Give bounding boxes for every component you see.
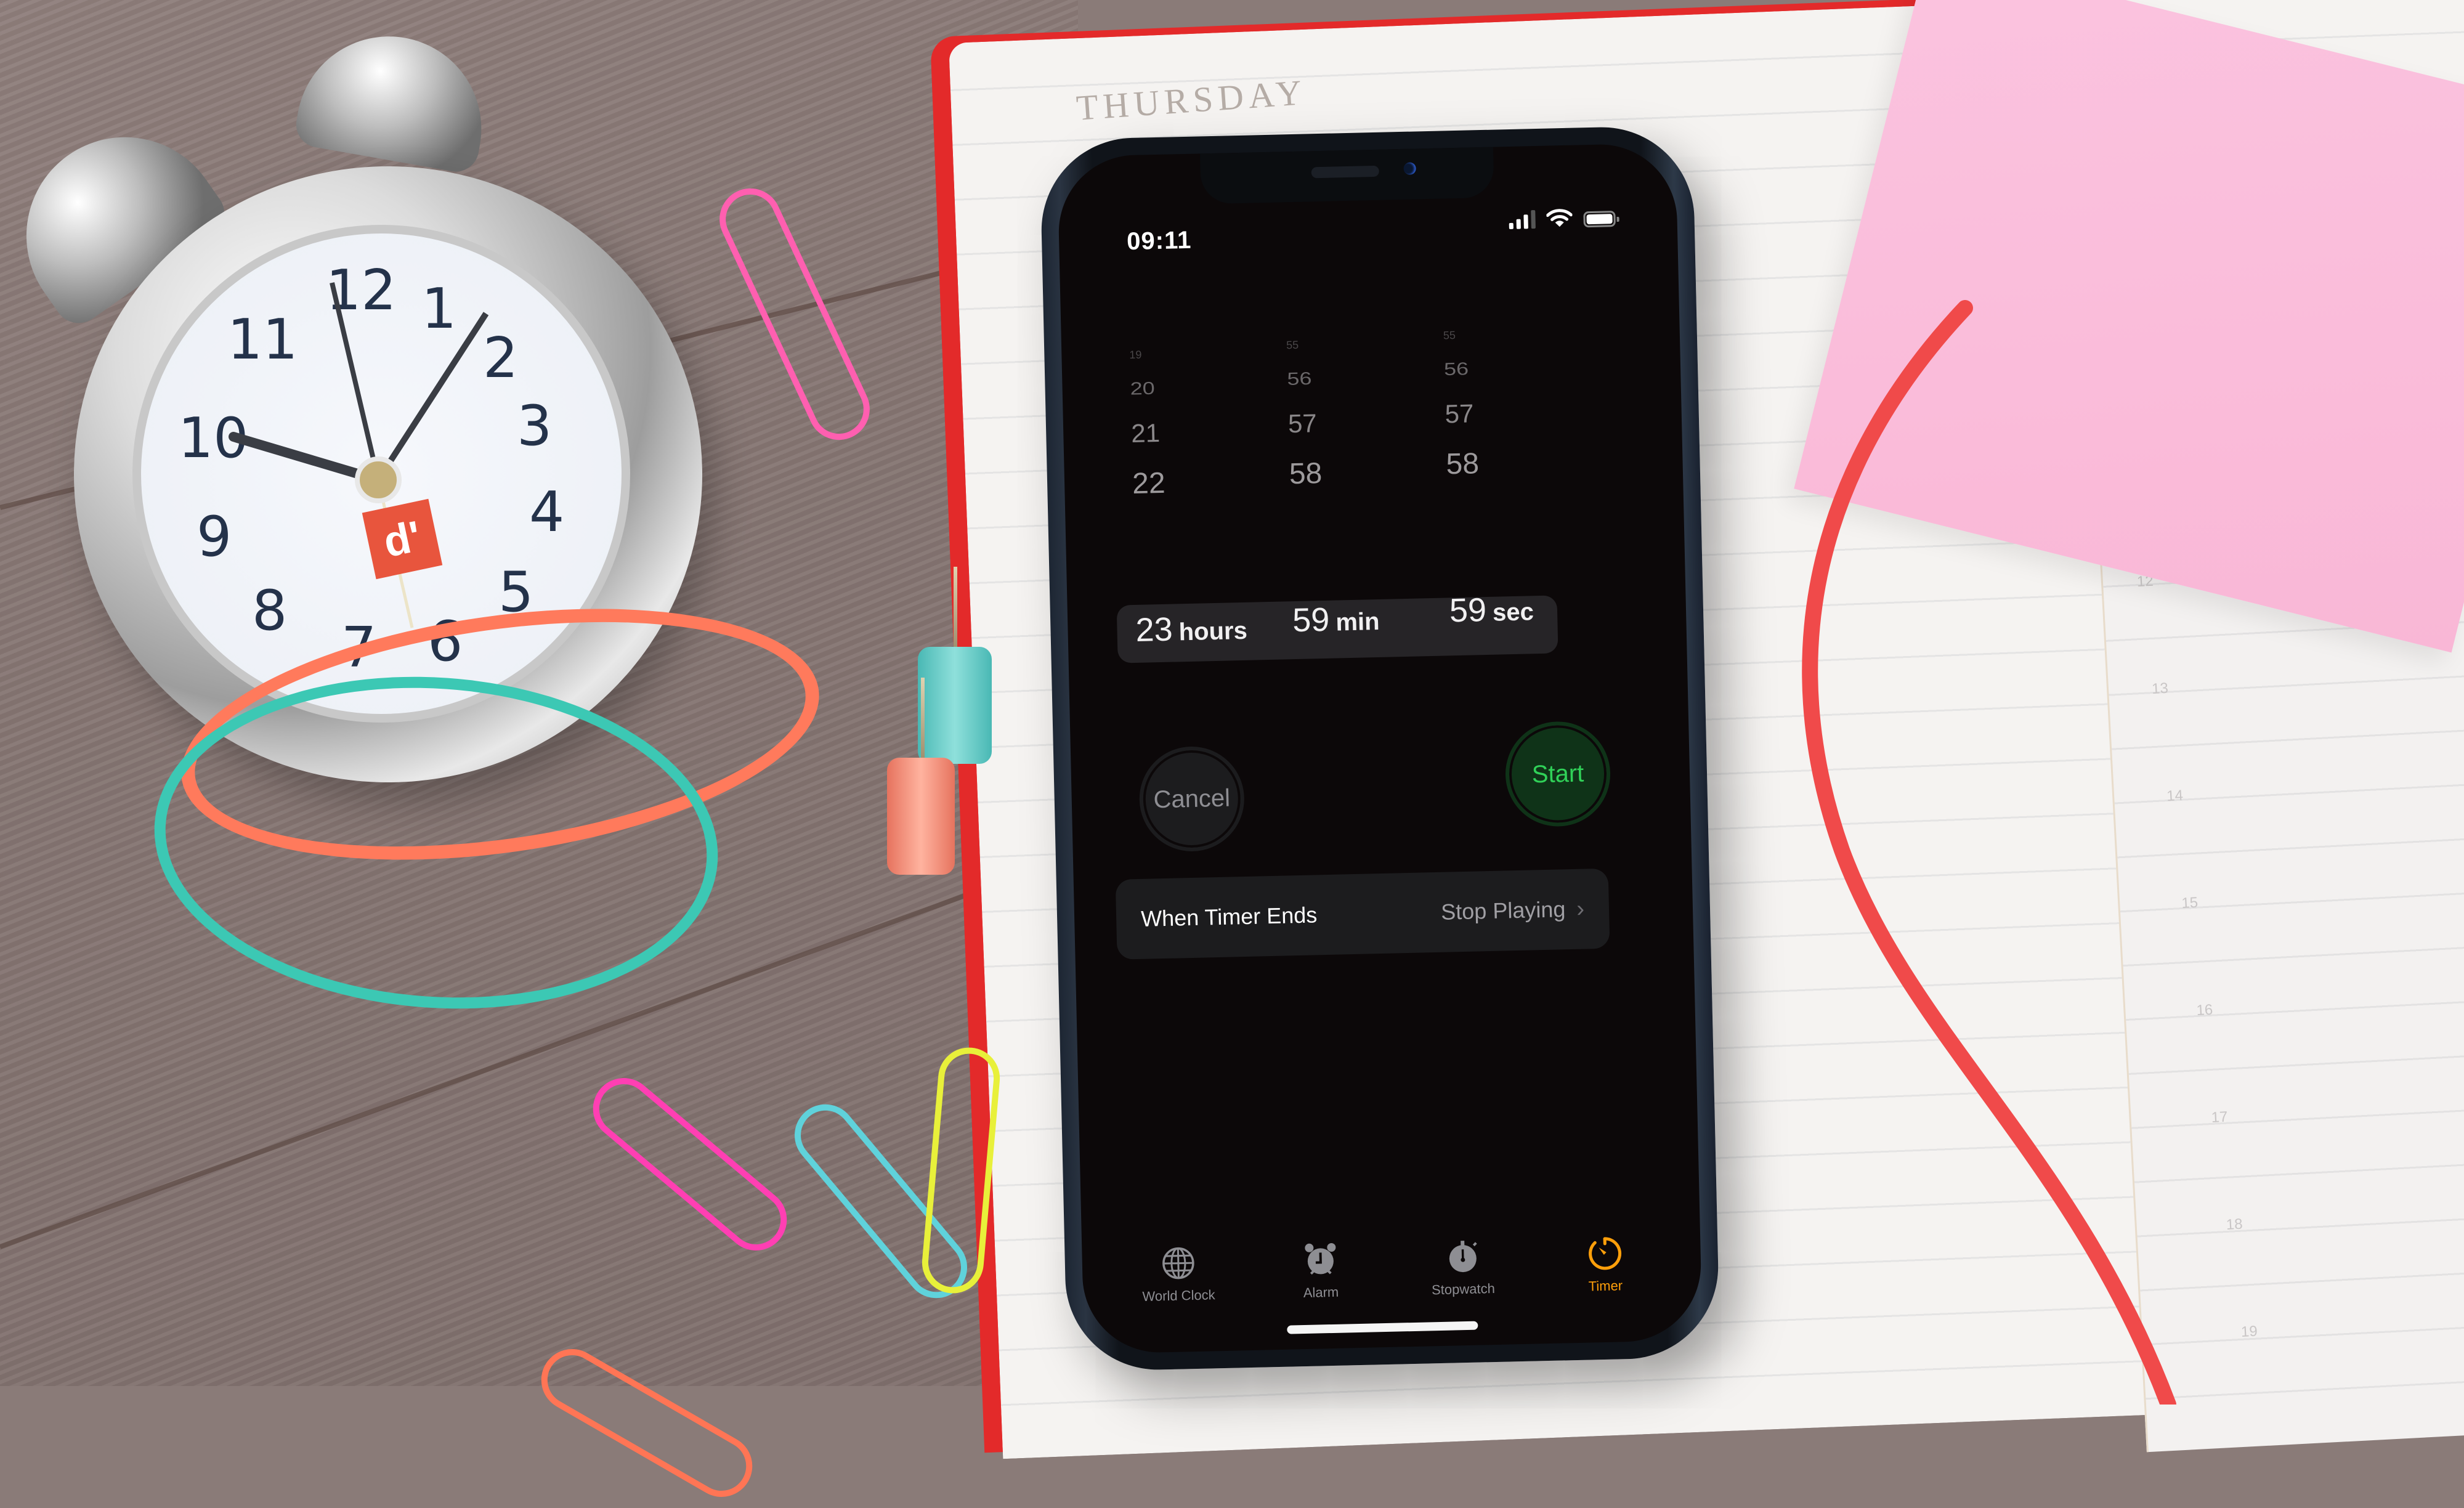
picker-row: 57	[1287, 408, 1317, 439]
timer-duration-picker[interactable]: 19 20 21 22 23hours 55 56 57 58 59min 55…	[1111, 336, 1586, 667]
seconds-unit-label: sec	[1493, 598, 1534, 626]
hours-unit-label: hours	[1178, 617, 1247, 646]
minutes-wheel[interactable]: 55 56 57 58 59min	[1268, 334, 1423, 657]
home-indicator[interactable]	[1287, 1321, 1478, 1334]
alarm-clock-icon	[1302, 1241, 1339, 1279]
picker-row: 55	[1443, 329, 1456, 342]
seconds-wheel[interactable]: 55 56 57 58 59sec	[1425, 324, 1580, 647]
picker-row: 58	[1289, 456, 1323, 491]
picker-row: 57	[1445, 399, 1474, 429]
tab-alarm[interactable]: Alarm	[1258, 1240, 1384, 1323]
hour-label: 13	[2151, 680, 2168, 698]
front-camera	[1403, 162, 1416, 174]
hour-label: 15	[2181, 894, 2199, 912]
cellular-signal-icon	[1509, 210, 1536, 229]
tab-stopwatch[interactable]: Stopwatch	[1401, 1237, 1526, 1320]
picker-row: 56	[1287, 368, 1312, 389]
notch	[1200, 147, 1494, 205]
hours-wheel[interactable]: 19 20 21 22 23hours	[1111, 343, 1266, 667]
selected-minutes-value: 59	[1292, 601, 1330, 639]
hour-label: 19	[2240, 1323, 2258, 1341]
globe-icon	[1159, 1244, 1197, 1282]
pin-needle	[921, 678, 925, 764]
picker-row: 21	[1131, 418, 1161, 448]
picker-row: 55	[1286, 339, 1299, 352]
tab-label: World Clock	[1142, 1287, 1215, 1305]
selected-seconds-value: 59	[1449, 591, 1486, 629]
tab-bar: World Clock Alarm	[1106, 1233, 1677, 1326]
start-button[interactable]: Start	[1504, 721, 1611, 828]
phone-screen: 09:11 19 20 21 22	[1057, 143, 1703, 1354]
battery-icon	[1583, 211, 1616, 227]
tab-world-clock[interactable]: World Clock	[1116, 1243, 1241, 1326]
selected-seconds: 59sec	[1449, 590, 1534, 630]
stopwatch-icon	[1444, 1238, 1481, 1275]
when-timer-ends-value: Stop Playing	[1441, 896, 1566, 925]
hour-label: 18	[2226, 1216, 2243, 1234]
clock-brand-logo: d'	[362, 499, 442, 579]
picker-row: 20	[1130, 378, 1155, 399]
hour-label: 17	[2211, 1109, 2228, 1127]
selected-hours: 23hours	[1135, 609, 1248, 649]
wifi-icon	[1546, 208, 1573, 229]
tab-label: Timer	[1588, 1278, 1623, 1294]
picker-row: 22	[1132, 466, 1166, 501]
iphone: 09:11 19 20 21 22	[1039, 125, 1720, 1372]
hour-label: 16	[2196, 1002, 2213, 1020]
picker-row: 19	[1129, 349, 1142, 362]
selected-minutes: 59min	[1292, 599, 1380, 639]
cancel-button[interactable]: Cancel	[1138, 745, 1246, 853]
coral-push-pin	[887, 758, 955, 875]
battery-fill	[1586, 214, 1612, 224]
picker-row: 58	[1446, 447, 1480, 481]
selected-hours-value: 23	[1135, 611, 1173, 649]
teal-push-pin	[918, 647, 992, 764]
timer-icon	[1586, 1234, 1624, 1272]
when-timer-ends-label: When Timer Ends	[1141, 902, 1318, 931]
status-time: 09:11	[1127, 227, 1192, 256]
tab-timer[interactable]: Timer	[1543, 1234, 1668, 1317]
minutes-unit-label: min	[1335, 608, 1380, 636]
tab-label: Alarm	[1303, 1284, 1339, 1301]
picker-row: 56	[1444, 359, 1469, 379]
chevron-right-icon: ›	[1576, 896, 1585, 922]
hour-label: 14	[2166, 787, 2184, 805]
pin-needle	[954, 567, 957, 653]
when-timer-ends-row[interactable]: When Timer Ends Stop Playing ›	[1116, 869, 1610, 960]
earpiece-speaker	[1311, 166, 1379, 178]
status-icons	[1509, 207, 1616, 229]
when-timer-ends-value-group: Stop Playing ›	[1441, 896, 1585, 925]
tab-label: Stopwatch	[1432, 1281, 1495, 1298]
